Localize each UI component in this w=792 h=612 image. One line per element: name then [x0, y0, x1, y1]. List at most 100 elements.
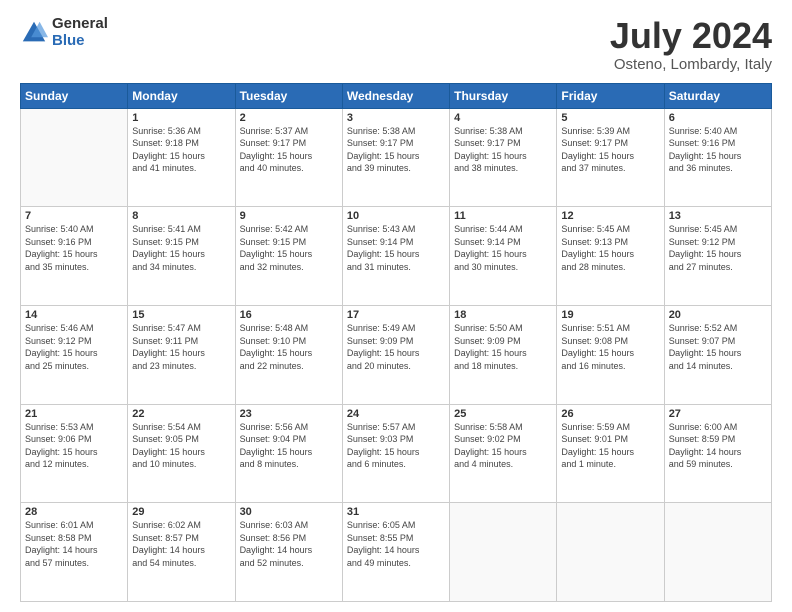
cell-content: Sunrise: 5:52 AMSunset: 9:07 PMDaylight:…	[669, 322, 767, 372]
calendar-cell: 4Sunrise: 5:38 AMSunset: 9:17 PMDaylight…	[450, 108, 557, 207]
location-subtitle: Osteno, Lombardy, Italy	[610, 56, 772, 73]
calendar-cell: 14Sunrise: 5:46 AMSunset: 9:12 PMDayligh…	[21, 305, 128, 404]
weekday-header-row: Sunday Monday Tuesday Wednesday Thursday…	[21, 83, 772, 108]
calendar-cell: 10Sunrise: 5:43 AMSunset: 9:14 PMDayligh…	[342, 207, 449, 306]
day-number: 25	[454, 408, 552, 420]
calendar-cell: 29Sunrise: 6:02 AMSunset: 8:57 PMDayligh…	[128, 503, 235, 602]
calendar-cell: 31Sunrise: 6:05 AMSunset: 8:55 PMDayligh…	[342, 503, 449, 602]
cell-content: Sunrise: 5:46 AMSunset: 9:12 PMDaylight:…	[25, 322, 123, 372]
calendar-cell: 24Sunrise: 5:57 AMSunset: 9:03 PMDayligh…	[342, 404, 449, 503]
logo-general-text: General	[52, 16, 108, 33]
calendar-cell: 7Sunrise: 5:40 AMSunset: 9:16 PMDaylight…	[21, 207, 128, 306]
day-number: 16	[240, 309, 338, 321]
calendar-cell: 25Sunrise: 5:58 AMSunset: 9:02 PMDayligh…	[450, 404, 557, 503]
calendar-cell: 22Sunrise: 5:54 AMSunset: 9:05 PMDayligh…	[128, 404, 235, 503]
cell-content: Sunrise: 6:02 AMSunset: 8:57 PMDaylight:…	[132, 519, 230, 569]
calendar-cell: 13Sunrise: 5:45 AMSunset: 9:12 PMDayligh…	[664, 207, 771, 306]
cell-content: Sunrise: 6:05 AMSunset: 8:55 PMDaylight:…	[347, 519, 445, 569]
calendar-cell: 21Sunrise: 5:53 AMSunset: 9:06 PMDayligh…	[21, 404, 128, 503]
header-sunday: Sunday	[21, 83, 128, 108]
calendar-cell: 16Sunrise: 5:48 AMSunset: 9:10 PMDayligh…	[235, 305, 342, 404]
day-number: 9	[240, 210, 338, 222]
calendar-week-2: 14Sunrise: 5:46 AMSunset: 9:12 PMDayligh…	[21, 305, 772, 404]
calendar-cell: 11Sunrise: 5:44 AMSunset: 9:14 PMDayligh…	[450, 207, 557, 306]
day-number: 27	[669, 408, 767, 420]
calendar-cell: 20Sunrise: 5:52 AMSunset: 9:07 PMDayligh…	[664, 305, 771, 404]
header-wednesday: Wednesday	[342, 83, 449, 108]
cell-content: Sunrise: 5:51 AMSunset: 9:08 PMDaylight:…	[561, 322, 659, 372]
day-number: 20	[669, 309, 767, 321]
day-number: 13	[669, 210, 767, 222]
logo-blue-text: Blue	[52, 33, 108, 50]
logo-text: General Blue	[52, 16, 108, 49]
month-year-title: July 2024	[610, 16, 772, 56]
day-number: 28	[25, 506, 123, 518]
calendar-cell: 3Sunrise: 5:38 AMSunset: 9:17 PMDaylight…	[342, 108, 449, 207]
cell-content: Sunrise: 6:01 AMSunset: 8:58 PMDaylight:…	[25, 519, 123, 569]
calendar-table: Sunday Monday Tuesday Wednesday Thursday…	[20, 83, 772, 602]
calendar-cell: 15Sunrise: 5:47 AMSunset: 9:11 PMDayligh…	[128, 305, 235, 404]
calendar-cell	[664, 503, 771, 602]
calendar-cell: 26Sunrise: 5:59 AMSunset: 9:01 PMDayligh…	[557, 404, 664, 503]
calendar-cell: 23Sunrise: 5:56 AMSunset: 9:04 PMDayligh…	[235, 404, 342, 503]
cell-content: Sunrise: 5:39 AMSunset: 9:17 PMDaylight:…	[561, 125, 659, 175]
header-monday: Monday	[128, 83, 235, 108]
cell-content: Sunrise: 5:38 AMSunset: 9:17 PMDaylight:…	[347, 125, 445, 175]
day-number: 15	[132, 309, 230, 321]
cell-content: Sunrise: 5:57 AMSunset: 9:03 PMDaylight:…	[347, 421, 445, 471]
calendar-cell: 8Sunrise: 5:41 AMSunset: 9:15 PMDaylight…	[128, 207, 235, 306]
calendar-cell: 19Sunrise: 5:51 AMSunset: 9:08 PMDayligh…	[557, 305, 664, 404]
calendar-cell: 1Sunrise: 5:36 AMSunset: 9:18 PMDaylight…	[128, 108, 235, 207]
calendar-cell: 18Sunrise: 5:50 AMSunset: 9:09 PMDayligh…	[450, 305, 557, 404]
day-number: 4	[454, 112, 552, 124]
day-number: 8	[132, 210, 230, 222]
calendar-cell: 2Sunrise: 5:37 AMSunset: 9:17 PMDaylight…	[235, 108, 342, 207]
cell-content: Sunrise: 5:45 AMSunset: 9:12 PMDaylight:…	[669, 223, 767, 273]
calendar-cell	[450, 503, 557, 602]
cell-content: Sunrise: 5:42 AMSunset: 9:15 PMDaylight:…	[240, 223, 338, 273]
header-thursday: Thursday	[450, 83, 557, 108]
cell-content: Sunrise: 5:50 AMSunset: 9:09 PMDaylight:…	[454, 322, 552, 372]
day-number: 18	[454, 309, 552, 321]
day-number: 21	[25, 408, 123, 420]
cell-content: Sunrise: 5:54 AMSunset: 9:05 PMDaylight:…	[132, 421, 230, 471]
logo: General Blue	[20, 16, 108, 49]
cell-content: Sunrise: 5:38 AMSunset: 9:17 PMDaylight:…	[454, 125, 552, 175]
day-number: 24	[347, 408, 445, 420]
header-saturday: Saturday	[664, 83, 771, 108]
calendar-cell	[557, 503, 664, 602]
day-number: 17	[347, 309, 445, 321]
day-number: 29	[132, 506, 230, 518]
cell-content: Sunrise: 6:00 AMSunset: 8:59 PMDaylight:…	[669, 421, 767, 471]
cell-content: Sunrise: 5:58 AMSunset: 9:02 PMDaylight:…	[454, 421, 552, 471]
day-number: 5	[561, 112, 659, 124]
day-number: 26	[561, 408, 659, 420]
cell-content: Sunrise: 5:43 AMSunset: 9:14 PMDaylight:…	[347, 223, 445, 273]
day-number: 6	[669, 112, 767, 124]
day-number: 30	[240, 506, 338, 518]
day-number: 2	[240, 112, 338, 124]
calendar-page: General Blue July 2024 Osteno, Lombardy,…	[0, 0, 792, 612]
calendar-cell: 28Sunrise: 6:01 AMSunset: 8:58 PMDayligh…	[21, 503, 128, 602]
day-number: 3	[347, 112, 445, 124]
calendar-cell: 5Sunrise: 5:39 AMSunset: 9:17 PMDaylight…	[557, 108, 664, 207]
day-number: 31	[347, 506, 445, 518]
cell-content: Sunrise: 5:44 AMSunset: 9:14 PMDaylight:…	[454, 223, 552, 273]
cell-content: Sunrise: 5:59 AMSunset: 9:01 PMDaylight:…	[561, 421, 659, 471]
calendar-week-0: 1Sunrise: 5:36 AMSunset: 9:18 PMDaylight…	[21, 108, 772, 207]
logo-icon	[20, 19, 48, 47]
cell-content: Sunrise: 5:49 AMSunset: 9:09 PMDaylight:…	[347, 322, 445, 372]
calendar-cell: 30Sunrise: 6:03 AMSunset: 8:56 PMDayligh…	[235, 503, 342, 602]
calendar-week-1: 7Sunrise: 5:40 AMSunset: 9:16 PMDaylight…	[21, 207, 772, 306]
title-block: July 2024 Osteno, Lombardy, Italy	[610, 16, 772, 73]
header-tuesday: Tuesday	[235, 83, 342, 108]
day-number: 1	[132, 112, 230, 124]
day-number: 23	[240, 408, 338, 420]
cell-content: Sunrise: 5:48 AMSunset: 9:10 PMDaylight:…	[240, 322, 338, 372]
cell-content: Sunrise: 5:37 AMSunset: 9:17 PMDaylight:…	[240, 125, 338, 175]
day-number: 7	[25, 210, 123, 222]
calendar-week-4: 28Sunrise: 6:01 AMSunset: 8:58 PMDayligh…	[21, 503, 772, 602]
cell-content: Sunrise: 5:36 AMSunset: 9:18 PMDaylight:…	[132, 125, 230, 175]
calendar-cell	[21, 108, 128, 207]
day-number: 19	[561, 309, 659, 321]
